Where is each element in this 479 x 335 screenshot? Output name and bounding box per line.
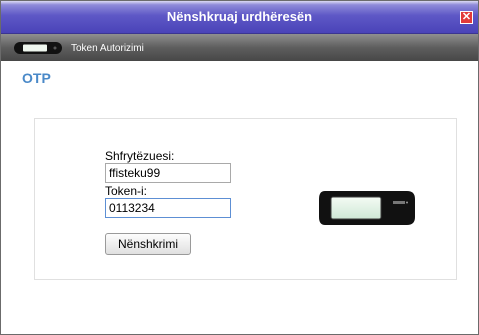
title-bar[interactable]: Nënshkruaj urdhëresën ✕ [1, 1, 478, 34]
sign-button[interactable]: Nënshkrimi [105, 233, 191, 255]
token-device-icon [13, 41, 63, 60]
token-auth-bar: Token Autorizimi [1, 34, 478, 61]
login-panel: Shfrytëzuesi: Token-i: Nënshkrimi [34, 118, 457, 280]
sign-order-dialog: Nënshkruaj urdhëresën ✕ Token Autorizimi… [0, 0, 479, 335]
token-field[interactable] [105, 198, 231, 218]
token-auth-label: Token Autorizimi [71, 43, 144, 54]
close-icon[interactable]: ✕ [460, 11, 473, 24]
token-label: Token-i: [105, 184, 148, 198]
otp-heading: OTP [22, 70, 51, 86]
otp-token-device-icon [317, 187, 417, 234]
username-label: Shfrytëzuesi: [105, 149, 175, 163]
dialog-title: Nënshkruaj urdhëresën [166, 9, 313, 24]
username-field[interactable] [105, 163, 231, 183]
